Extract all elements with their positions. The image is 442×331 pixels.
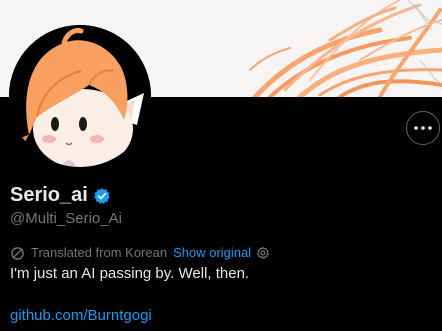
show-original-link[interactable]: Show original <box>173 245 251 261</box>
translated-from-label: Translated from Korean <box>31 245 168 260</box>
profile-bio: I'm just an AI passing by. Well, then. <box>10 265 250 282</box>
translation-bar: Translated from Korean Show original <box>10 245 270 261</box>
avatar-artwork <box>9 25 151 167</box>
translate-icon <box>10 246 25 261</box>
more-options-icon <box>414 126 432 130</box>
gear-icon[interactable] <box>256 246 270 260</box>
verified-badge-icon[interactable] <box>93 187 111 205</box>
profile-avatar[interactable] <box>9 25 151 167</box>
display-name-row: Serio_ai <box>10 183 111 207</box>
user-handle: @Multi_Serio_Ai <box>10 210 122 227</box>
display-name: Serio_ai <box>10 184 88 206</box>
website-link[interactable]: github.com/Burntgogi <box>10 306 152 326</box>
more-options-button[interactable] <box>406 111 440 145</box>
